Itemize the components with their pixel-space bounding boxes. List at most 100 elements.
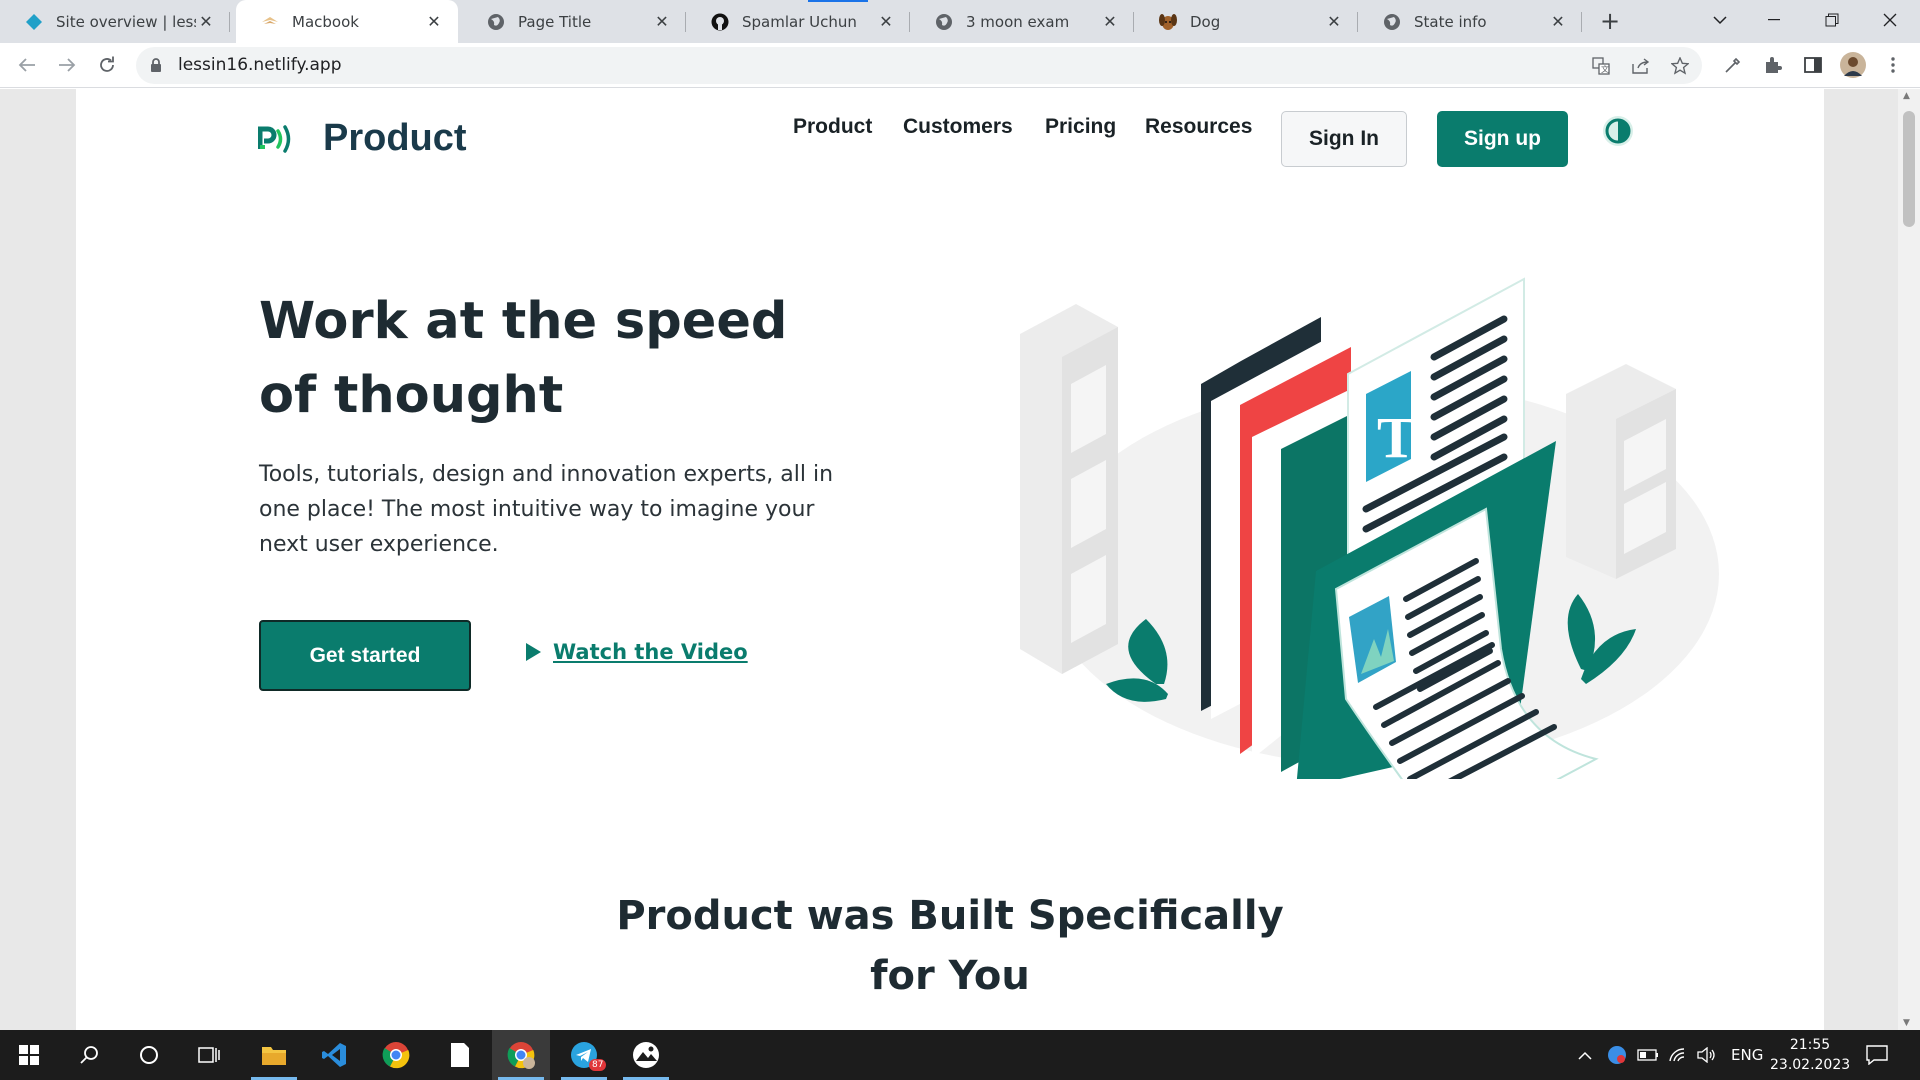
start-icon[interactable] (0, 1030, 58, 1080)
tab-site-overview[interactable]: Site overview | lessin16 ✕ (0, 0, 230, 43)
tray-app-icon[interactable] (1607, 1030, 1627, 1080)
close-tab-icon[interactable]: ✕ (1548, 12, 1568, 32)
notifications-icon[interactable] (1866, 1030, 1888, 1080)
tab-strip: Site overview | lessin16 ✕ Macbook ✕ Pag… (0, 0, 1920, 43)
cortana-icon[interactable] (120, 1030, 178, 1080)
tab-title: Macbook (292, 12, 359, 31)
forward-arrow-icon[interactable] (52, 50, 82, 80)
eyedropper-icon[interactable] (1718, 50, 1748, 80)
clock[interactable]: 21:55 23.02.2023 (1770, 1035, 1850, 1075)
tab-dog[interactable]: Dog ✕ (1134, 0, 1358, 43)
telegram-icon[interactable]: 87 (555, 1030, 613, 1080)
filing-cabinet-right (1566, 364, 1676, 579)
globe-icon (486, 12, 506, 32)
theme-toggle-icon[interactable] (1602, 115, 1634, 147)
clock-time: 21:55 (1789, 1037, 1831, 1053)
watch-video-link[interactable]: Watch the Video (526, 640, 748, 664)
restore-icon[interactable] (1804, 0, 1860, 40)
tab-state-info[interactable]: State info ✕ (1358, 0, 1582, 43)
chrome-icon[interactable] (367, 1030, 425, 1080)
task-view-icon[interactable] (180, 1030, 238, 1080)
scrollbar-thumb[interactable] (1903, 111, 1915, 227)
screen: Site overview | lessin16 ✕ Macbook ✕ Pag… (0, 0, 1920, 1080)
sign-in-button[interactable]: Sign In (1281, 111, 1407, 167)
browser-toolbar: lessin16.netlify.app 文 (0, 43, 1920, 88)
side-panel-icon[interactable] (1798, 50, 1828, 80)
windows-taskbar: 87 ENG 21:55 23.02.2023 (0, 1030, 1920, 1080)
clock-date: 23.02.2023 (1770, 1057, 1851, 1073)
close-tab-icon[interactable]: ✕ (1324, 12, 1344, 32)
github-icon (710, 12, 730, 32)
tab-title: Page Title (518, 12, 592, 31)
close-tab-icon[interactable]: ✕ (652, 12, 672, 32)
extensions-puzzle-icon[interactable] (1758, 50, 1788, 80)
translate-icon[interactable]: 文 (1588, 53, 1614, 79)
svg-text:T: T (1377, 405, 1416, 470)
url-text[interactable]: lessin16.netlify.app (178, 55, 342, 75)
tab-title: Dog (1190, 12, 1221, 31)
notepad-icon[interactable] (431, 1030, 489, 1080)
page-scrollbar[interactable]: ▲ ▼ (1898, 89, 1920, 1030)
filing-cabinet-left (1020, 304, 1118, 674)
web-page: Product Product Customers Pricing Resour… (76, 89, 1824, 1030)
chrome-profile-icon[interactable] (492, 1030, 550, 1080)
scroll-down-arrow-icon[interactable]: ▼ (1903, 1018, 1910, 1028)
battery-icon[interactable] (1637, 1030, 1659, 1080)
tab-title: 3 moon exam (966, 12, 1070, 31)
profile-avatar[interactable] (1838, 50, 1868, 80)
get-started-button[interactable]: Get started (259, 620, 471, 691)
wifi-icon[interactable] (1668, 1030, 1688, 1080)
vscode-icon[interactable] (305, 1030, 363, 1080)
tab-search-chevron-icon[interactable] (1692, 0, 1748, 40)
hero-illustration: T (1020, 277, 1719, 779)
tab-title: Site overview | lessin16 (56, 12, 196, 31)
tab-title: Spamlar Uchun (742, 12, 857, 31)
language-indicator[interactable]: ENG (1731, 1030, 1763, 1080)
browser-viewport: Product Product Customers Pricing Resour… (0, 89, 1920, 1030)
netlify-diamond-icon (24, 12, 44, 32)
close-tab-icon[interactable]: ✕ (1100, 12, 1120, 32)
lock-icon[interactable] (150, 57, 162, 73)
tab-spamlar-uchun[interactable]: Spamlar Uchun ✕ (686, 0, 910, 43)
gallery-icon[interactable] (617, 1030, 675, 1080)
sign-up-button[interactable]: Sign up (1437, 111, 1568, 167)
logo-mark-icon (258, 124, 291, 153)
hero-title: Work at the speed of thought (259, 292, 788, 425)
tab-page-title[interactable]: Page Title ✕ (462, 0, 686, 43)
menu-kebab-icon[interactable] (1878, 50, 1908, 80)
tray-chevron-icon[interactable] (1578, 1030, 1592, 1080)
close-tab-icon[interactable]: ✕ (876, 12, 896, 32)
globe-icon (1382, 12, 1402, 32)
search-icon[interactable] (60, 1030, 118, 1080)
nav-resources[interactable]: Resources (1145, 115, 1252, 139)
close-tab-icon[interactable]: ✕ (196, 12, 216, 32)
dog-icon (1158, 12, 1178, 32)
tab-3-moon-exam[interactable]: 3 moon exam ✕ (910, 0, 1134, 43)
back-arrow-icon[interactable] (12, 50, 42, 80)
globe-icon (934, 12, 954, 32)
close-window-icon[interactable] (1862, 0, 1918, 40)
minimize-icon[interactable] (1746, 0, 1802, 40)
bookmark-star-icon[interactable] (1667, 53, 1693, 79)
hero-lead: Tools, tutorials, design and innovation … (259, 462, 834, 557)
nav-product[interactable]: Product (793, 115, 872, 139)
close-tab-icon[interactable]: ✕ (424, 12, 444, 32)
reload-icon[interactable] (92, 50, 122, 80)
share-icon[interactable] (1628, 53, 1654, 79)
site-logo[interactable]: Product (258, 117, 467, 160)
new-tab-plus-icon[interactable]: + (1596, 8, 1624, 36)
bird-icon (260, 12, 280, 32)
watch-video-label: Watch the Video (553, 640, 748, 664)
tab-macbook[interactable]: Macbook ✕ (236, 0, 458, 43)
tab-title: State info (1414, 12, 1487, 31)
scroll-up-arrow-icon[interactable]: ▲ (1903, 91, 1910, 101)
section-title: Product was Built Specifically for You (616, 893, 1284, 999)
nav-pricing[interactable]: Pricing (1045, 115, 1116, 139)
address-bar[interactable]: lessin16.netlify.app 文 (136, 47, 1702, 84)
play-icon (526, 643, 541, 661)
nav-customers[interactable]: Customers (903, 115, 1013, 139)
svg-text:文: 文 (1601, 64, 1609, 74)
file-explorer-icon[interactable] (245, 1030, 303, 1080)
volume-icon[interactable] (1697, 1030, 1717, 1080)
telegram-badge: 87 (589, 1059, 607, 1071)
